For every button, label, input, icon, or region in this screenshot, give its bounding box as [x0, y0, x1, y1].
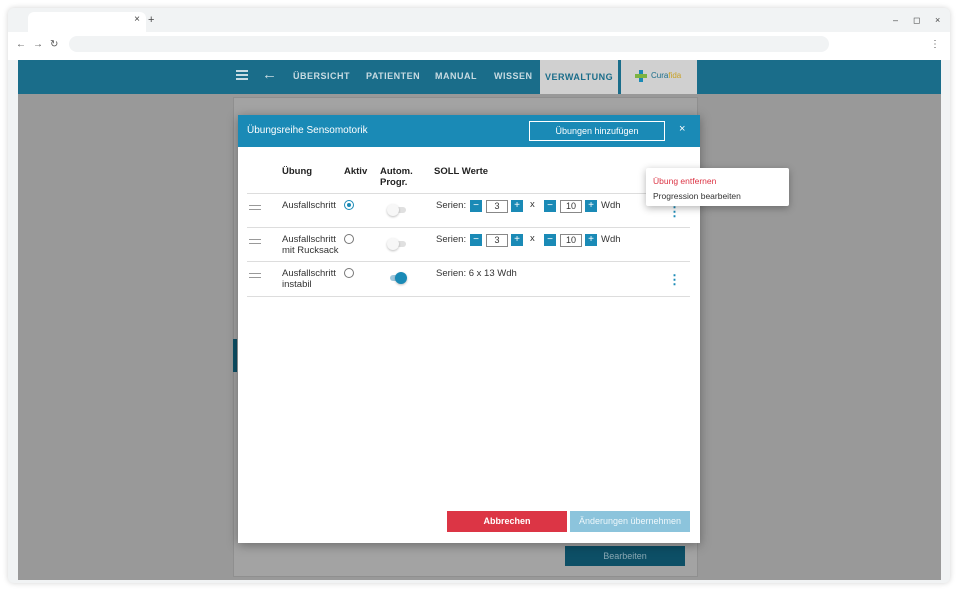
exercise-name: Ausfallschritt — [282, 234, 336, 245]
dialog-title: Übungsreihe Sensomotorik — [247, 125, 368, 136]
menu-item-edit-progression[interactable]: Progression bearbeiten — [653, 191, 741, 201]
nav-ubersicht[interactable]: ÜBERSICHT — [293, 71, 350, 81]
dialog-close-icon[interactable]: × — [679, 123, 685, 135]
more-options-icon[interactable]: ⋮ — [668, 205, 681, 218]
reps-unit: Wdh — [601, 234, 621, 245]
sets-input[interactable]: 3 — [486, 200, 508, 213]
reps-input[interactable]: 10 — [560, 234, 582, 247]
row-divider — [247, 227, 690, 228]
exercise-name: Ausfallschritt — [282, 268, 336, 279]
row-divider — [247, 296, 690, 297]
header-exercise: Übung — [282, 166, 313, 177]
forward-icon[interactable]: → — [33, 39, 43, 50]
nav-wissen[interactable]: WISSEN — [494, 71, 533, 81]
add-exercises-button[interactable]: Übungen hinzufügen — [529, 121, 665, 141]
drag-handle-icon[interactable] — [249, 239, 261, 245]
app-navbar: ← ÜBERSICHT PATIENTEN MANUAL WISSEN VERW… — [18, 60, 941, 94]
header-auto-progression-2: Progr. — [380, 177, 408, 188]
sets-increment-button[interactable]: + — [511, 234, 523, 246]
address-bar: ← → ↻ ⋮ — [8, 32, 950, 60]
tab-bar: × + – ◻ × — [8, 8, 950, 32]
exercise-name: Ausfallschritt — [282, 200, 336, 211]
nav-patienten[interactable]: PATIENTEN — [366, 71, 420, 81]
exercise-context-menu: Übung entfernen Progression bearbeiten — [646, 168, 789, 206]
sets-increment-button[interactable]: + — [511, 200, 523, 212]
apply-changes-button[interactable]: Änderungen übernehmen — [570, 511, 690, 532]
exercise-series-dialog: Übungsreihe Sensomotorik Übungen hinzufü… — [238, 115, 700, 543]
active-radio[interactable] — [344, 268, 354, 278]
dialog-header: Übungsreihe Sensomotorik Übungen hinzufü… — [238, 115, 700, 147]
nav-manual[interactable]: MANUAL — [435, 71, 477, 81]
reps-input[interactable]: 10 — [560, 200, 582, 213]
sets-decrement-button[interactable]: − — [470, 234, 482, 246]
times-label: x — [530, 199, 535, 210]
times-label: x — [530, 233, 535, 244]
new-tab-icon[interactable]: + — [148, 14, 154, 26]
reps-decrement-button[interactable]: − — [544, 200, 556, 212]
more-options-icon[interactable]: ⋮ — [668, 273, 681, 286]
header-active: Aktiv — [344, 166, 368, 177]
exercise-name-line2: instabil — [282, 279, 312, 290]
row-divider — [247, 261, 690, 262]
reps-unit: Wdh — [601, 200, 621, 211]
app-back-icon[interactable]: ← — [262, 66, 277, 83]
page-viewport: ← ÜBERSICHT PATIENTEN MANUAL WISSEN VERW… — [18, 60, 941, 580]
tab-close-icon[interactable]: × — [134, 14, 140, 25]
series-label: Serien: — [436, 234, 467, 245]
nav-verwaltung[interactable]: VERWALTUNG — [540, 60, 619, 94]
header-auto-progression-1: Autom. — [380, 166, 413, 177]
cancel-button[interactable]: Abbrechen — [447, 511, 567, 532]
background-accent — [233, 339, 237, 372]
browser-window: × + – ◻ × ← → ↻ ⋮ ← ÜBERSICHT PATIENTEN … — [8, 8, 950, 583]
back-icon[interactable]: ← — [16, 39, 26, 50]
active-radio[interactable] — [344, 200, 354, 210]
restore-icon[interactable]: ◻ — [913, 15, 920, 26]
series-summary: Serien: 6 x 13 Wdh — [436, 268, 517, 279]
curafida-logo[interactable]: Curafida — [621, 60, 697, 94]
reps-increment-button[interactable]: + — [585, 234, 597, 246]
browser-menu-icon[interactable]: ⋮ — [930, 39, 940, 50]
menu-item-remove-exercise[interactable]: Übung entfernen — [653, 176, 716, 186]
series-label: Serien: — [436, 200, 467, 211]
url-input[interactable] — [69, 36, 829, 52]
reps-increment-button[interactable]: + — [585, 200, 597, 212]
logo-cross-icon — [635, 70, 647, 82]
drag-handle-icon[interactable] — [249, 205, 261, 211]
sets-decrement-button[interactable]: − — [470, 200, 482, 212]
active-radio[interactable] — [344, 234, 354, 244]
reload-icon[interactable]: ↻ — [50, 39, 58, 50]
minimize-icon[interactable]: – — [893, 15, 898, 25]
logo-text: Curafida — [651, 71, 682, 80]
drag-handle-icon[interactable] — [249, 273, 261, 279]
row-divider — [247, 193, 690, 194]
auto-progression-toggle[interactable] — [387, 204, 407, 216]
window-close-icon[interactable]: × — [935, 15, 940, 25]
reps-decrement-button[interactable]: − — [544, 234, 556, 246]
exercise-name-line2: mit Rucksack — [282, 245, 339, 256]
auto-progression-toggle[interactable] — [387, 272, 407, 284]
hamburger-menu-icon[interactable] — [236, 70, 248, 80]
browser-tab[interactable]: × — [28, 12, 146, 32]
auto-progression-toggle[interactable] — [387, 238, 407, 250]
header-target-values: SOLL Werte — [434, 166, 489, 177]
sets-input[interactable]: 3 — [486, 234, 508, 247]
background-edit-button[interactable]: Bearbeiten — [565, 546, 685, 566]
